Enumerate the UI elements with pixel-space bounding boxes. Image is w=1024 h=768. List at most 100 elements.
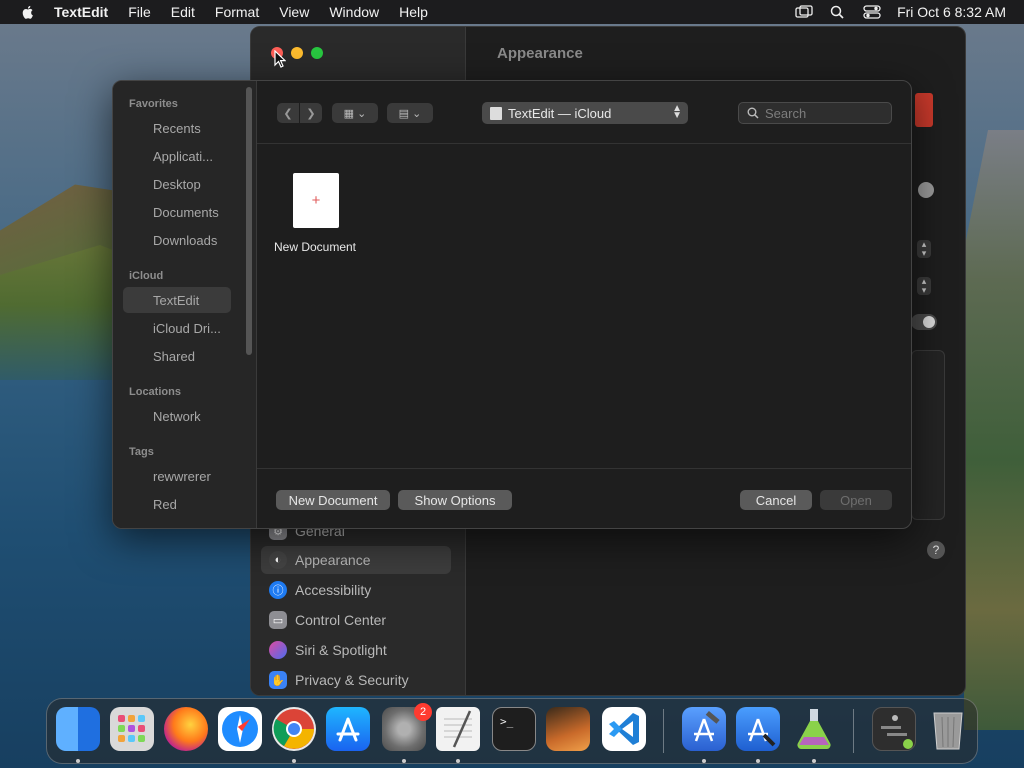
running-indicator bbox=[756, 759, 760, 763]
menu-view[interactable]: View bbox=[279, 4, 309, 20]
terminal-icon[interactable]: >_ bbox=[492, 707, 536, 751]
sidebar-item-recents[interactable]: Recents bbox=[123, 115, 231, 141]
settings-item-label: Control Center bbox=[295, 612, 387, 628]
search-field[interactable] bbox=[738, 102, 892, 124]
running-indicator bbox=[702, 759, 706, 763]
forward-button[interactable]: ❯ bbox=[300, 103, 322, 123]
running-indicator bbox=[292, 759, 296, 763]
downloads-stack-icon[interactable] bbox=[872, 707, 916, 751]
spotlight-search-icon[interactable] bbox=[829, 5, 847, 19]
sidebar-item-desktop[interactable]: Desktop bbox=[123, 171, 231, 197]
document-icon bbox=[129, 206, 143, 218]
instruments-icon[interactable] bbox=[736, 707, 780, 751]
location-label: TextEdit — iCloud bbox=[508, 105, 612, 121]
sidebar-item-tag-red[interactable]: Red bbox=[123, 491, 231, 517]
settings-item-label: Privacy & Security bbox=[295, 672, 409, 688]
textedit-icon[interactable] bbox=[436, 707, 480, 751]
menu-clock[interactable]: Fri Oct 6 8:32 AM bbox=[897, 4, 1006, 20]
control-center-icon: ▭ bbox=[269, 611, 287, 629]
garageband-icon[interactable] bbox=[546, 707, 590, 751]
vscode-icon[interactable] bbox=[602, 707, 646, 751]
sidebar-item-label: Red bbox=[153, 496, 177, 512]
sidebar-item-label: Downloads bbox=[153, 232, 218, 248]
sidebar-item-tag-rewwrerer[interactable]: rewwrerer bbox=[123, 463, 231, 489]
radio-option[interactable] bbox=[918, 182, 934, 198]
settings-item-privacy-security[interactable]: ✋ Privacy & Security bbox=[261, 666, 451, 694]
download-icon bbox=[129, 234, 143, 246]
notification-badge: 2 bbox=[414, 703, 432, 721]
running-indicator bbox=[456, 759, 460, 763]
wallpaper-hills-right bbox=[964, 130, 1024, 730]
sidebar-section-locations: Locations bbox=[129, 386, 181, 398]
launchpad-icon[interactable] bbox=[110, 707, 154, 751]
help-icon[interactable]: ? bbox=[927, 541, 945, 559]
firefox-icon[interactable] bbox=[164, 707, 208, 751]
screen-mirroring-icon[interactable] bbox=[795, 5, 813, 19]
accessibility-icon: ⓘ bbox=[269, 581, 287, 599]
menu-format[interactable]: Format bbox=[215, 4, 259, 20]
sidebar-item-shared[interactable]: Shared bbox=[123, 343, 231, 369]
network-icon bbox=[129, 410, 143, 422]
chrome-icon[interactable] bbox=[272, 707, 316, 751]
apple-menu-icon[interactable] bbox=[20, 4, 36, 20]
menu-window[interactable]: Window bbox=[329, 4, 379, 20]
finder-icon[interactable] bbox=[56, 707, 100, 751]
accent-swatch[interactable] bbox=[915, 93, 933, 127]
new-document-button[interactable]: New Document bbox=[276, 490, 390, 510]
panel-bottom-bar: New Document Show Options Cancel Open bbox=[257, 468, 911, 528]
safari-icon[interactable] bbox=[218, 707, 262, 751]
app-store-icon[interactable] bbox=[326, 707, 370, 751]
settings-item-accessibility[interactable]: ⓘ Accessibility bbox=[261, 576, 451, 604]
grid-view-icon: ▦ bbox=[343, 107, 355, 120]
menu-file[interactable]: File bbox=[128, 4, 151, 20]
sidebar-item-label: TextEdit bbox=[153, 292, 200, 308]
show-options-button[interactable]: Show Options bbox=[398, 490, 512, 510]
menu-help[interactable]: Help bbox=[399, 4, 428, 20]
sidebar-item-applications[interactable]: Applicati... bbox=[123, 143, 231, 169]
dock-separator bbox=[663, 709, 664, 753]
group-by-button[interactable]: ▤ ⌄ bbox=[387, 103, 433, 123]
search-input[interactable] bbox=[765, 105, 885, 121]
sidebar-section-tags: Tags bbox=[129, 446, 154, 458]
tag-dot-icon bbox=[129, 498, 143, 510]
system-settings-icon[interactable]: 2 bbox=[382, 703, 432, 751]
panel-toolbar: ❮ ❯ ▦ ⌄ ▤ ⌄ TextEdit — iCloud ▲ ▼ bbox=[257, 81, 911, 144]
minimize-window-button[interactable] bbox=[291, 47, 303, 59]
chevron-left-icon: ❮ bbox=[283, 107, 293, 120]
sidebar-item-network[interactable]: Network bbox=[123, 403, 231, 429]
settings-item-siri-spotlight[interactable]: Siri & Spotlight bbox=[261, 636, 451, 664]
sidebar-item-documents[interactable]: Documents bbox=[123, 199, 231, 225]
create-ml-icon[interactable] bbox=[792, 707, 836, 751]
sidebar-item-label: rewwrerer bbox=[153, 468, 211, 484]
open-file-panel: Favorites Recents Applicati... Desktop D… bbox=[112, 80, 912, 529]
back-button[interactable]: ❮ bbox=[277, 103, 299, 123]
control-center-icon[interactable] bbox=[863, 5, 881, 19]
sidebar-item-downloads[interactable]: Downloads bbox=[123, 227, 231, 253]
new-document-file-label[interactable]: New Document bbox=[257, 240, 373, 254]
new-document-file-icon[interactable]: + bbox=[293, 173, 339, 228]
sidebar-scrollbar[interactable] bbox=[246, 87, 252, 355]
location-popup[interactable]: TextEdit — iCloud ▲ ▼ bbox=[482, 102, 688, 124]
popup-stepper-icon[interactable]: ▴ ▾ bbox=[917, 277, 931, 295]
trash-icon[interactable] bbox=[926, 707, 970, 751]
sidebar-item-textedit[interactable]: TextEdit bbox=[123, 287, 231, 313]
xcode-icon[interactable] bbox=[682, 707, 726, 751]
clock-icon bbox=[129, 122, 143, 134]
sidebar-item-icloud-drive[interactable]: iCloud Dri... bbox=[123, 315, 231, 341]
menu-bar: TextEdit File Edit Format View Window He… bbox=[0, 0, 1024, 24]
toggle-switch[interactable] bbox=[911, 314, 937, 330]
zoom-window-button[interactable] bbox=[311, 47, 323, 59]
tag-dot-icon bbox=[129, 470, 143, 482]
appearance-icon: ◐ bbox=[269, 551, 287, 569]
folder-icon bbox=[129, 294, 143, 306]
icloud-icon bbox=[129, 322, 143, 334]
popup-stepper-icon[interactable]: ▴ ▾ bbox=[917, 240, 931, 258]
cancel-button[interactable]: Cancel bbox=[740, 490, 812, 510]
settings-item-control-center[interactable]: ▭ Control Center bbox=[261, 606, 451, 634]
menu-app-name[interactable]: TextEdit bbox=[54, 4, 108, 20]
open-button[interactable]: Open bbox=[820, 490, 892, 510]
view-mode-button[interactable]: ▦ ⌄ bbox=[332, 103, 378, 123]
menu-edit[interactable]: Edit bbox=[171, 4, 195, 20]
settings-item-appearance[interactable]: ◐ Appearance bbox=[261, 546, 451, 574]
dock-separator bbox=[853, 709, 854, 753]
